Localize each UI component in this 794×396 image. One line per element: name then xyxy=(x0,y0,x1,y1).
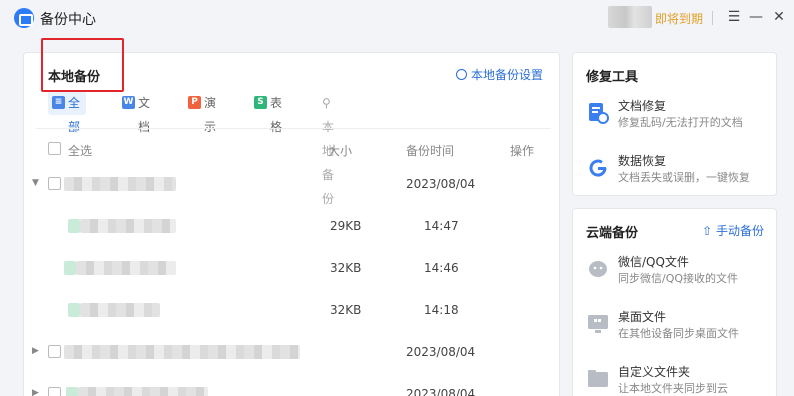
filter-presentations[interactable]: P 演示 xyxy=(184,91,216,134)
app-logo-icon xyxy=(14,8,34,28)
custom-folder-backup-item[interactable]: 自定义文件夹 让本地文件夹同步到云 xyxy=(586,363,771,396)
row-time: 14:47 xyxy=(424,219,459,233)
tool-title: 文档修复 xyxy=(618,99,667,113)
writer-icon: W xyxy=(122,96,135,109)
divider xyxy=(36,128,551,129)
close-icon[interactable]: ✕ xyxy=(768,6,790,28)
document-repair-icon xyxy=(589,103,609,124)
tool-description: 同步微信/QQ接收的文件 xyxy=(618,272,739,285)
row-size: 32KB xyxy=(330,261,362,275)
file-icon xyxy=(68,303,80,317)
collapse-arrow-icon[interactable]: ▼ xyxy=(32,178,39,188)
action-column-header: 操作 xyxy=(510,144,535,158)
chat-file-backup-item[interactable]: 微信/QQ文件 同步微信/QQ接收的文件 xyxy=(586,253,771,293)
row-checkbox[interactable] xyxy=(48,177,61,190)
minimize-icon[interactable]: — xyxy=(745,6,767,28)
tool-description: 在其他设备同步桌面文件 xyxy=(618,327,739,340)
table-header: 全选 大小 备份时间 操作 xyxy=(24,139,561,161)
expand-arrow-icon[interactable]: ▶ xyxy=(32,388,39,396)
size-column-header: 大小 xyxy=(328,144,353,158)
upload-icon: ⇧ xyxy=(702,224,716,238)
file-icon xyxy=(64,261,76,275)
panel-title: 云端备份 xyxy=(586,226,639,241)
row-size: 29KB xyxy=(330,219,362,233)
row-time: 2023/08/04 xyxy=(406,387,476,396)
tool-description: 让本地文件夹同步到云 xyxy=(618,382,728,395)
file-icon xyxy=(68,219,80,233)
manual-backup-button[interactable]: ⇧ 手动备份 xyxy=(702,222,764,239)
cloud-backup-panel: 云端备份 ⇧ 手动备份 微信/QQ文件 同步微信/QQ接收的文件 桌面文件 在其… xyxy=(572,208,777,396)
list-icon: ≡ xyxy=(52,96,65,109)
row-time: 14:46 xyxy=(424,261,459,275)
row-checkbox[interactable] xyxy=(48,345,61,358)
table-row[interactable]: ▼ 2023/08/04 xyxy=(24,169,561,199)
select-all-checkbox[interactable] xyxy=(48,142,61,155)
spreadsheet-icon: S xyxy=(254,96,267,109)
row-time: 2023/08/04 xyxy=(406,177,476,191)
table-row[interactable]: 29KB 14:47 xyxy=(24,211,561,241)
search-input[interactable]: ⚲ 本地备份 xyxy=(322,91,334,206)
presentation-icon: P xyxy=(188,96,201,109)
data-recovery-item[interactable]: 数据恢复 文档丢失或误删，一键恢复 xyxy=(586,152,771,192)
row-size: 32KB xyxy=(330,303,362,317)
local-backup-settings-link[interactable]: 本地备份设置 xyxy=(455,66,543,83)
folder-icon xyxy=(588,370,608,387)
table-row[interactable]: 32KB 14:46 xyxy=(24,253,561,283)
row-checkbox[interactable] xyxy=(48,387,61,396)
tool-title: 数据恢复 xyxy=(618,154,667,168)
avatar[interactable] xyxy=(608,6,652,28)
title-bar: 备份中心 即将到期 ☰ — ✕ xyxy=(0,0,794,38)
table-row[interactable]: ▶ 2023/08/04 xyxy=(24,337,561,367)
app-title: 备份中心 xyxy=(40,12,96,28)
expand-arrow-icon[interactable]: ▶ xyxy=(32,346,39,356)
tool-title: 微信/QQ文件 xyxy=(618,255,689,269)
filter-spreadsheets[interactable]: S 表格 xyxy=(250,91,282,134)
file-name xyxy=(78,387,208,396)
highlight-box xyxy=(41,38,124,92)
menu-icon[interactable]: ☰ xyxy=(723,6,745,28)
repair-tools-panel: 修复工具 文档修复 修复乱码/无法打开的文档 数据恢复 文档丢失或误删，一键恢复 xyxy=(572,52,777,196)
tool-description: 文档丢失或误删，一键恢复 xyxy=(618,171,750,184)
desktop-icon xyxy=(588,315,608,333)
gear-icon xyxy=(455,69,467,80)
tool-title: 桌面文件 xyxy=(618,310,667,324)
table-row[interactable]: ▶ 2023/08/04 xyxy=(24,379,561,396)
row-time: 2023/08/04 xyxy=(406,345,476,359)
row-time: 14:18 xyxy=(424,303,459,317)
file-name xyxy=(64,177,176,191)
local-backup-panel: 本地备份 本地备份设置 ≡ 全部 W 文档 P 演示 S 表格 ⚲ 本地备份 全… xyxy=(23,52,560,396)
select-all-label: 全选 xyxy=(68,144,93,158)
manual-backup-label: 手动备份 xyxy=(715,224,764,238)
document-repair-item[interactable]: 文档修复 修复乱码/无法打开的文档 xyxy=(586,97,771,137)
time-column-header: 备份时间 xyxy=(406,144,455,158)
file-name xyxy=(80,303,160,317)
membership-expire-link[interactable]: 即将到期 xyxy=(655,10,703,27)
data-recovery-icon xyxy=(589,159,607,177)
panel-title: 修复工具 xyxy=(586,70,639,85)
filter-documents[interactable]: W 文档 xyxy=(118,91,150,134)
file-name xyxy=(76,261,176,275)
filter-all[interactable]: ≡ 全部 xyxy=(48,91,87,134)
table-row[interactable]: 32KB 14:18 xyxy=(24,295,561,325)
file-name xyxy=(80,219,176,233)
file-name xyxy=(64,345,300,359)
titlebar-divider xyxy=(712,11,713,25)
settings-label: 本地备份设置 xyxy=(470,68,543,82)
chat-file-icon xyxy=(589,261,607,277)
search-icon: ⚲ xyxy=(322,96,331,110)
tool-title: 自定义文件夹 xyxy=(618,365,691,379)
tool-description: 修复乱码/无法打开的文档 xyxy=(618,116,743,129)
desktop-file-backup-item[interactable]: 桌面文件 在其他设备同步桌面文件 xyxy=(586,308,771,348)
file-icon xyxy=(66,387,78,396)
